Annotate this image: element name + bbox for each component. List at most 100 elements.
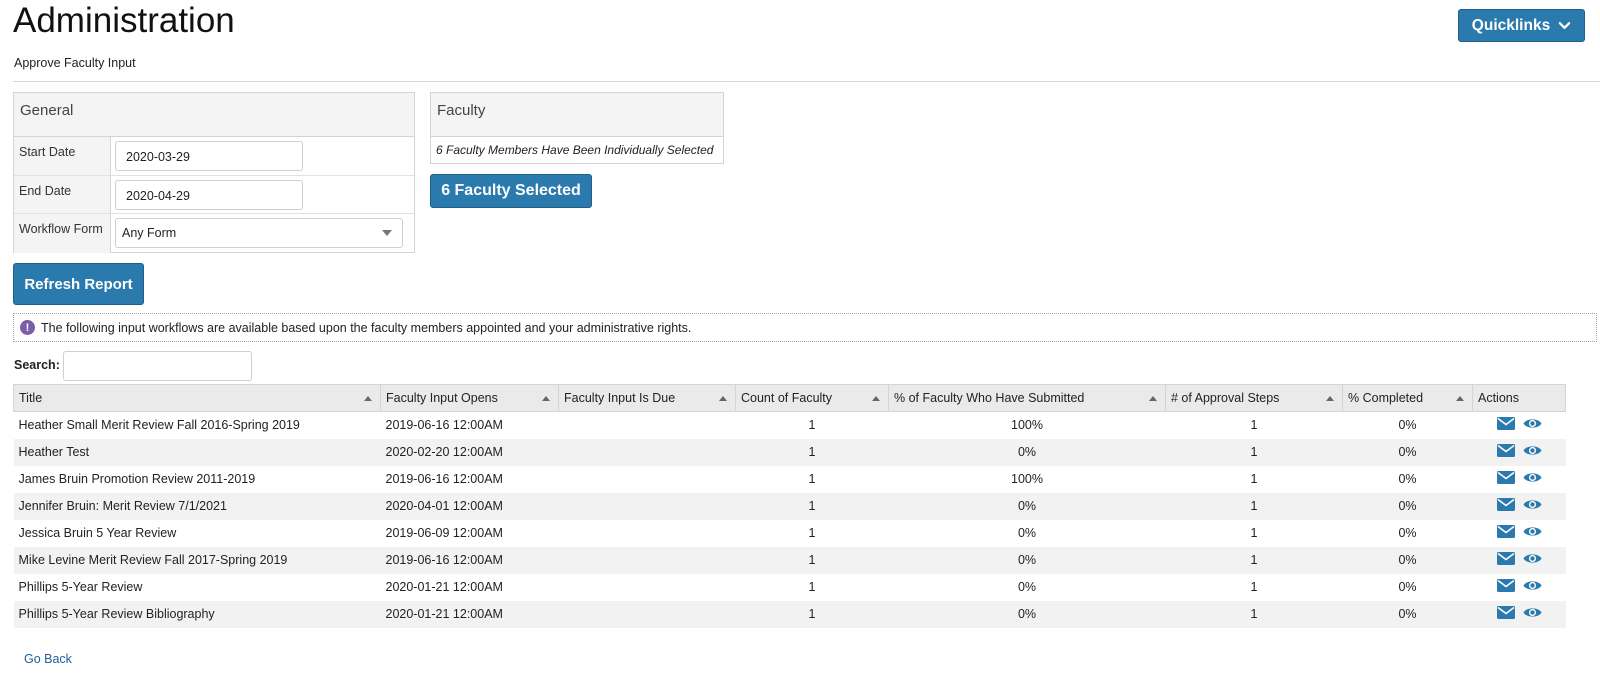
cell-due [558, 438, 736, 466]
workflow-form-select[interactable]: Any Form [115, 218, 403, 248]
cell-actions [1472, 546, 1566, 574]
column-header-count[interactable]: Count of Faculty [735, 384, 889, 412]
cell-title: Jessica Bruin 5 Year Review [13, 519, 381, 547]
cell-opens: 2019-06-09 12:00AM [380, 519, 559, 547]
envelope-icon[interactable] [1496, 552, 1515, 568]
table-header-row: Title Faculty Input Opens Faculty Input … [13, 384, 1566, 412]
end-date-input[interactable]: 2020-04-29 [115, 179, 303, 210]
cell-count: 1 [735, 600, 889, 628]
workflow-form-value: Any Form [122, 226, 177, 240]
cell-submitted: 0% [888, 519, 1166, 547]
cell-opens: 2019-06-16 12:00AM [380, 465, 559, 493]
page-title: Administration [13, 1, 235, 40]
eye-icon[interactable] [1523, 471, 1542, 487]
cell-opens: 2020-02-20 12:00AM [380, 438, 559, 466]
table-row: James Bruin Promotion Review 2011-2019 20… [13, 465, 1566, 493]
start-date-row: Start Date 2020-03-29 [14, 137, 414, 176]
cell-completed: 0% [1342, 519, 1473, 547]
end-date-label: End Date [14, 175, 111, 213]
cell-steps: 1 [1165, 492, 1343, 520]
cell-completed: 0% [1342, 573, 1473, 601]
cell-submitted: 0% [888, 492, 1166, 520]
info-text: The following input workflows are availa… [41, 320, 692, 335]
column-header-completed[interactable]: % Completed [1342, 384, 1473, 412]
faculty-panel: Faculty 6 Faculty Members Have Been Indi… [430, 92, 724, 164]
table-row: Jennifer Bruin: Merit Review 7/1/2021 202… [13, 492, 1566, 520]
info-message: ! The following input workflows are avai… [13, 313, 1597, 342]
cell-submitted: 0% [888, 600, 1166, 628]
eye-icon[interactable] [1523, 498, 1542, 514]
cell-count: 1 [735, 546, 889, 574]
workflow-form-label: Workflow Form [14, 214, 111, 253]
cell-submitted: 0% [888, 546, 1166, 574]
cell-count: 1 [735, 465, 889, 493]
sort-up-icon [542, 396, 550, 401]
workflow-form-row: Workflow Form Any Form [14, 214, 414, 253]
cell-opens: 2019-06-16 12:00AM [380, 411, 559, 439]
refresh-report-button[interactable]: Refresh Report [13, 263, 144, 305]
column-header-title[interactable]: Title [13, 384, 381, 412]
eye-icon[interactable] [1523, 552, 1542, 568]
sort-up-icon [872, 396, 880, 401]
cell-submitted: 100% [888, 411, 1166, 439]
cell-actions [1472, 492, 1566, 520]
eye-icon[interactable] [1523, 606, 1542, 622]
table-row: Heather Test 2020-02-20 12:00AM 1 0% 1 0% [13, 438, 1566, 466]
eye-icon[interactable] [1523, 579, 1542, 595]
envelope-icon[interactable] [1496, 498, 1515, 514]
table-row: Phillips 5-Year Review 2020-01-21 12:00AM… [13, 573, 1566, 601]
eye-icon[interactable] [1523, 417, 1542, 433]
general-heading: General [14, 93, 414, 137]
sort-up-icon [1149, 396, 1157, 401]
faculty-heading: Faculty [431, 93, 723, 137]
cell-actions [1472, 465, 1566, 493]
cell-count: 1 [735, 573, 889, 601]
search-input[interactable] [63, 351, 252, 381]
eye-icon[interactable] [1523, 444, 1542, 460]
cell-due [558, 600, 736, 628]
column-header-submitted[interactable]: % of Faculty Who Have Submitted [888, 384, 1166, 412]
cell-title: Jennifer Bruin: Merit Review 7/1/2021 [13, 492, 381, 520]
cell-due [558, 465, 736, 493]
envelope-icon[interactable] [1496, 417, 1515, 433]
go-back-link[interactable]: Go Back [24, 652, 72, 666]
envelope-icon[interactable] [1496, 471, 1515, 487]
cell-steps: 1 [1165, 546, 1343, 574]
cell-opens: 2020-01-21 12:00AM [380, 573, 559, 601]
sort-up-icon [364, 396, 372, 401]
cell-due [558, 519, 736, 547]
envelope-icon[interactable] [1496, 606, 1515, 622]
cell-count: 1 [735, 438, 889, 466]
cell-opens: 2020-04-01 12:00AM [380, 492, 559, 520]
cell-count: 1 [735, 411, 889, 439]
cell-submitted: 0% [888, 573, 1166, 601]
end-date-row: End Date 2020-04-29 [14, 175, 414, 214]
cell-actions [1472, 573, 1566, 601]
envelope-icon[interactable] [1496, 444, 1515, 460]
cell-count: 1 [735, 492, 889, 520]
header-divider [13, 81, 1600, 82]
column-header-opens[interactable]: Faculty Input Opens [380, 384, 559, 412]
column-header-steps[interactable]: # of Approval Steps [1165, 384, 1343, 412]
cell-steps: 1 [1165, 465, 1343, 493]
sort-up-icon [1456, 396, 1464, 401]
envelope-icon[interactable] [1496, 525, 1515, 541]
cell-title: Heather Test [13, 438, 381, 466]
quicklinks-button[interactable]: Quicklinks [1458, 9, 1585, 42]
start-date-input[interactable]: 2020-03-29 [115, 141, 303, 171]
column-header-due[interactable]: Faculty Input Is Due [558, 384, 736, 412]
faculty-selected-button[interactable]: 6 Faculty Selected [430, 174, 592, 208]
envelope-icon[interactable] [1496, 579, 1515, 595]
cell-due [558, 411, 736, 439]
cell-steps: 1 [1165, 600, 1343, 628]
table-row: Jessica Bruin 5 Year Review 2019-06-09 12… [13, 519, 1566, 547]
cell-completed: 0% [1342, 492, 1473, 520]
eye-icon[interactable] [1523, 525, 1542, 541]
cell-submitted: 100% [888, 465, 1166, 493]
sort-up-icon [719, 396, 727, 401]
cell-title: Phillips 5-Year Review [13, 573, 381, 601]
start-date-label: Start Date [14, 137, 111, 175]
sort-up-icon [1326, 396, 1334, 401]
faculty-note: 6 Faculty Members Have Been Individually… [436, 143, 714, 157]
cell-due [558, 492, 736, 520]
